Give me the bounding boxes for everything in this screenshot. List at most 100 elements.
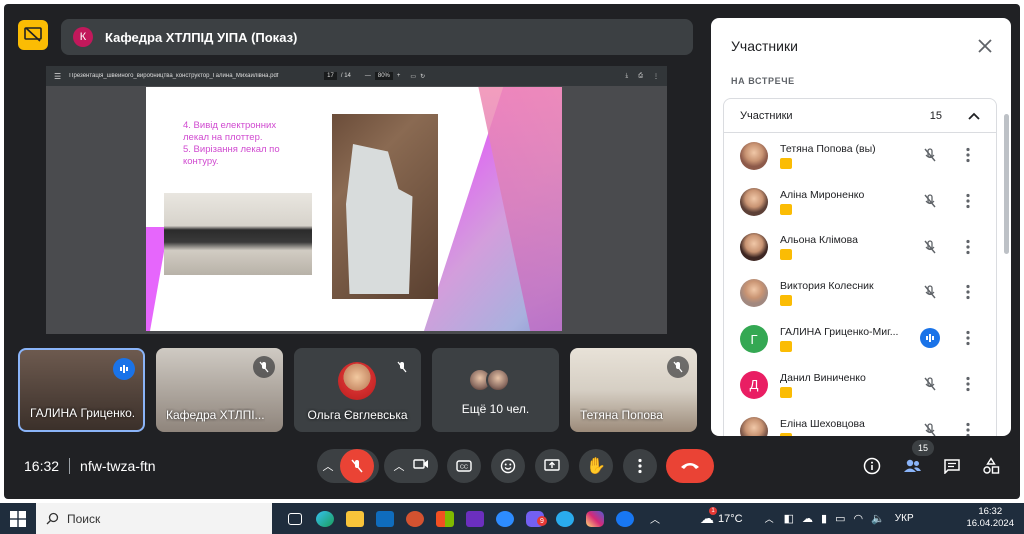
volume-icon[interactable]: 🔈 — [871, 512, 885, 525]
camera-icon[interactable] — [412, 457, 429, 475]
participant-tile[interactable]: Тетяна Попова — [570, 348, 697, 432]
speaking-icon — [113, 358, 135, 380]
chevron-up-icon[interactable]: ︿ — [323, 458, 334, 474]
participant-row[interactable]: Альона Клімова — [724, 225, 996, 271]
mic-off-icon[interactable] — [920, 145, 940, 165]
taskbar-clock[interactable]: 16:32 16.04.2024 — [966, 506, 1014, 530]
weather-icon[interactable]: ☁ 1 — [700, 507, 717, 527]
participant-row[interactable]: Тетяна Попова (вы) — [724, 133, 996, 179]
avatar — [740, 187, 768, 216]
download-icon[interactable]: ⤓ — [626, 73, 629, 80]
page-current[interactable]: 17 — [324, 72, 337, 80]
mic-off-icon[interactable] — [920, 374, 940, 394]
mic-off-icon[interactable] — [920, 237, 940, 257]
more-vert-icon[interactable] — [966, 376, 972, 392]
viber-icon[interactable]: 9 — [520, 503, 550, 534]
more-options-button[interactable] — [623, 449, 657, 483]
activities-button[interactable] — [979, 454, 1003, 478]
chevron-up-icon[interactable]: ︿ — [394, 458, 405, 474]
participant-row[interactable]: Аліна Мироненко — [724, 179, 996, 225]
section-label: НА ВСТРЕЧЕ — [731, 76, 795, 86]
present-button[interactable] — [535, 449, 569, 483]
participant-row[interactable]: Еліна Шеховцова — [724, 408, 996, 436]
fit-page-icon[interactable]: ▭ — [410, 73, 416, 80]
participant-tile[interactable]: Кафедра ХТЛПІ... — [156, 348, 283, 432]
mic-off-icon[interactable] — [920, 191, 940, 211]
meet-tray-icon[interactable]: ◧ — [784, 512, 794, 525]
participant-tile[interactable]: ГАЛИНА Гриценко... — [18, 348, 145, 432]
participant-row[interactable]: Д Данил Виниченко — [724, 362, 996, 408]
panel-scrollbar[interactable] — [1004, 114, 1009, 254]
powerpoint-icon[interactable] — [400, 503, 430, 534]
tray-chevron-icon[interactable]: ︿ — [765, 512, 774, 525]
chat-button[interactable] — [940, 454, 964, 478]
close-icon[interactable] — [975, 36, 995, 56]
language-indicator[interactable]: УКР — [895, 513, 914, 524]
wifi-icon[interactable]: ◠ — [853, 512, 863, 525]
tile-name: Кафедра ХТЛПІ... — [166, 408, 265, 422]
cut-patterns-photo — [332, 114, 438, 299]
zoom-out-icon[interactable]: — — [365, 73, 371, 79]
presentation-icon[interactable] — [18, 20, 48, 50]
participant-row[interactable]: Виктория Колесник — [724, 270, 996, 316]
participants-list-header[interactable]: Участники 15 — [724, 99, 996, 133]
participant-name: Аліна Мироненко — [780, 188, 865, 201]
participant-name: ГАЛИНА Гриценко-Миг... — [780, 326, 899, 339]
instagram-icon[interactable] — [580, 503, 610, 534]
zoom-in-icon[interactable]: + — [397, 73, 401, 79]
presenting-tag-icon — [780, 341, 792, 353]
more-vert-icon[interactable] — [966, 330, 972, 346]
weather-badge: 1 — [709, 507, 717, 515]
pdf-toolbar: ☰ Презентація_швейного_виробництва_конст… — [46, 66, 667, 86]
emoji-button[interactable] — [491, 449, 525, 483]
menu-icon[interactable]: ☰ — [54, 72, 61, 81]
telegram-icon[interactable] — [550, 503, 580, 534]
mic-off-icon[interactable] — [920, 420, 940, 436]
start-button[interactable] — [0, 503, 36, 534]
rotate-icon[interactable]: ↻ — [420, 73, 425, 80]
mic-off-icon — [391, 356, 413, 378]
participant-tile[interactable]: Ольга Євглевська — [294, 348, 421, 432]
presenting-tag-icon — [780, 295, 792, 307]
zoom-level[interactable]: 80% — [374, 72, 393, 80]
participant-row[interactable]: Г ГАЛИНА Гриценко-Миг... — [724, 316, 996, 362]
print-icon[interactable]: ⎙ — [638, 73, 643, 80]
people-button[interactable] — [900, 454, 924, 478]
raise-hand-button[interactable]: ✋ — [579, 449, 613, 483]
outlook-icon[interactable] — [370, 503, 400, 534]
file-explorer-icon[interactable] — [340, 503, 370, 534]
battery-icon[interactable]: ▭ — [835, 512, 845, 525]
more-vert-icon[interactable] — [966, 422, 972, 436]
more-vert-icon[interactable] — [966, 193, 972, 209]
zoom-icon[interactable] — [490, 503, 520, 534]
speaking-icon[interactable] — [920, 328, 940, 349]
mic-off-icon[interactable] — [920, 282, 940, 302]
participant-name: Альона Клімова — [780, 234, 858, 247]
usb-icon[interactable]: ▮ — [821, 512, 827, 525]
meeting-details-button[interactable] — [860, 454, 884, 478]
mic-toggle-button[interactable] — [339, 449, 374, 483]
onedrive-icon[interactable]: ☁ — [802, 512, 813, 525]
more-vert-icon[interactable] — [966, 284, 972, 300]
panel-title: Участники — [731, 38, 798, 54]
leave-call-button[interactable] — [666, 449, 714, 483]
taskbar-search[interactable]: Поиск — [36, 503, 272, 534]
plotter-photo — [164, 193, 312, 275]
chevron-icon[interactable]: ︿ — [640, 503, 670, 534]
participant-name: Тетяна Попова (вы) — [780, 142, 876, 155]
viber-badge: 9 — [537, 516, 547, 526]
facebook-icon[interactable] — [610, 503, 640, 534]
shared-screen: ☰ Презентація_швейного_виробництва_конст… — [46, 66, 667, 334]
presenting-tag-icon — [780, 157, 792, 169]
more-vert-icon[interactable] — [966, 147, 972, 163]
captions-button[interactable]: CC — [447, 449, 481, 483]
task-view-icon[interactable] — [280, 503, 310, 534]
edge-icon[interactable] — [310, 503, 340, 534]
more-vert-icon[interactable] — [966, 239, 972, 255]
meeting-title-chip[interactable]: К Кафедра ХТЛПІД УІПА (Показ) — [61, 19, 693, 55]
page-total: / 14 — [340, 73, 351, 79]
more-icon[interactable]: ⋮ — [653, 73, 659, 80]
media-app-icon[interactable] — [460, 503, 490, 534]
more-participants-tile[interactable]: Ещё 10 чел. — [432, 348, 559, 432]
store-icon[interactable] — [430, 503, 460, 534]
